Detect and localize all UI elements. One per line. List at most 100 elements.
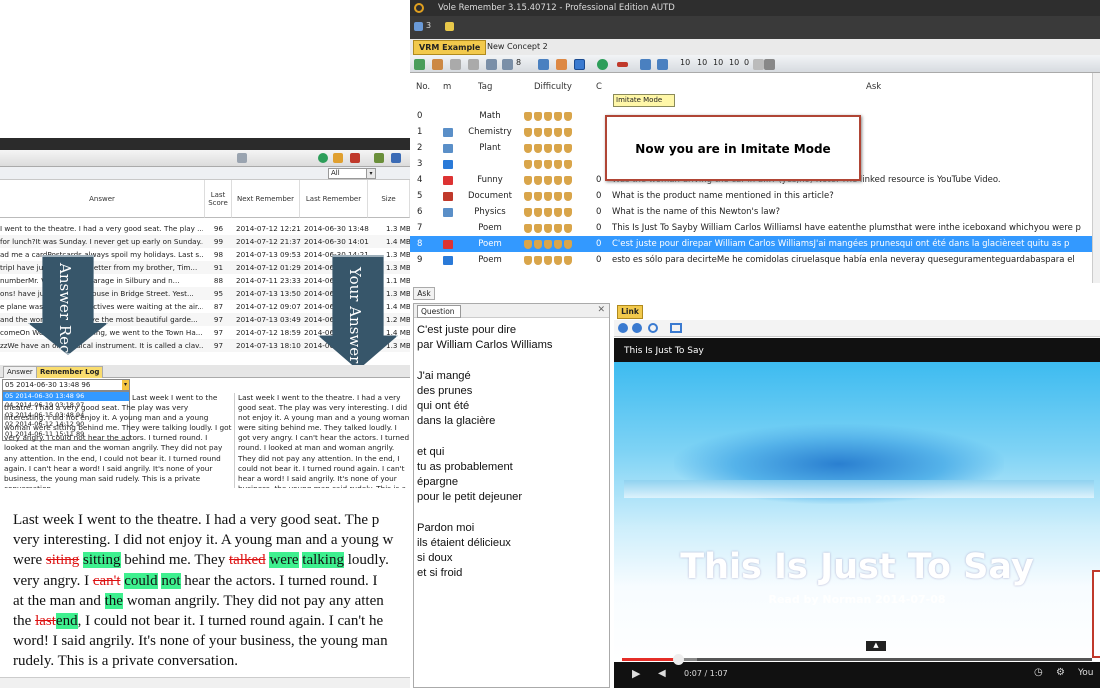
filter-select[interactable]: All ▾ xyxy=(328,168,376,179)
difficulty-rating[interactable] xyxy=(524,159,576,169)
difficulty-star-icon xyxy=(534,160,542,169)
forward-icon[interactable] xyxy=(632,323,642,333)
imitate-mode-icon[interactable] xyxy=(574,59,585,70)
paste-icon[interactable] xyxy=(468,59,479,70)
close-icon[interactable]: ✕ xyxy=(597,305,605,315)
video-played xyxy=(622,658,679,661)
chevron-down-icon[interactable]: ▾ xyxy=(366,169,375,178)
col-header-last-remember[interactable]: Last Remember xyxy=(300,180,368,218)
difficulty-rating[interactable] xyxy=(524,143,576,153)
window-icon[interactable] xyxy=(237,153,247,163)
new-icon[interactable] xyxy=(414,59,425,70)
compare-text: were xyxy=(13,552,46,569)
difficulty-rating[interactable] xyxy=(524,239,576,249)
add-icon[interactable] xyxy=(318,153,328,163)
measure-icon[interactable] xyxy=(617,62,628,67)
difficulty-star-icon xyxy=(554,144,562,153)
col-header-m[interactable]: m xyxy=(443,82,451,92)
edit-icon[interactable] xyxy=(556,59,567,70)
chart-icon[interactable] xyxy=(374,153,384,163)
youtube-logo[interactable]: You xyxy=(1078,668,1094,678)
keyboard-icon[interactable] xyxy=(764,59,775,70)
concept-row[interactable]: 6 Physics 0 What is the name of this Newton… xyxy=(410,204,1100,220)
concept-row[interactable]: 8 Poem 0 C'est juste pour direpar William C… xyxy=(410,236,1100,252)
difficulty-rating[interactable] xyxy=(524,223,576,233)
difficulty-rating[interactable] xyxy=(524,207,576,217)
play-icon[interactable]: ▶ xyxy=(632,667,640,680)
cell-answer: I went to the theatre. I had a very good… xyxy=(0,224,203,233)
tab-link[interactable]: Link xyxy=(617,305,643,319)
difficulty-rating[interactable] xyxy=(524,191,576,201)
concept-row[interactable]: 7 Poem 0 This Is Just To Sayby William Carl… xyxy=(410,220,1100,236)
video-player[interactable]: This Is Just To Say This Is Just To Say … xyxy=(614,338,1100,688)
review-icon[interactable] xyxy=(538,59,549,70)
col-header-ask[interactable]: Ask xyxy=(866,82,881,92)
difficulty-star-icon xyxy=(564,240,572,249)
horizontal-scrollbar[interactable] xyxy=(0,677,410,688)
video-progress-bar[interactable] xyxy=(622,654,1092,665)
play-icon[interactable] xyxy=(597,59,608,70)
copy-icon[interactable] xyxy=(450,59,461,70)
volume-icon[interactable]: ◀ xyxy=(658,668,666,679)
col-header-size[interactable]: Size xyxy=(368,180,410,218)
tab-remember-log[interactable]: Remember Log xyxy=(36,366,104,378)
back-icon[interactable] xyxy=(618,323,628,333)
grid-icon[interactable] xyxy=(486,59,497,70)
tab-new-concept-2[interactable]: New Concept 2 xyxy=(482,40,553,55)
col-header-next-remember[interactable]: Next Remember xyxy=(232,180,300,218)
chevron-down-icon[interactable]: ▾ xyxy=(122,380,129,390)
difficulty-rating[interactable] xyxy=(524,127,576,137)
expand-icon[interactable]: ▲ xyxy=(866,641,886,651)
tab-answer[interactable]: Answer xyxy=(3,366,37,378)
tab-vrm-example[interactable]: VRM Example xyxy=(413,40,487,55)
col-header-c[interactable]: C xyxy=(596,82,602,92)
image-icon xyxy=(443,144,453,153)
tools-icon[interactable] xyxy=(333,153,343,163)
cell-answer: e plane was late and detectives were wai… xyxy=(0,302,203,311)
col-header-tag[interactable]: Tag xyxy=(478,82,492,92)
col-header-last-score[interactable]: Last Score xyxy=(205,180,232,218)
next-arrow-icon[interactable] xyxy=(657,59,668,70)
folder-icon[interactable] xyxy=(445,22,454,31)
col-header-answer[interactable]: Answer xyxy=(0,180,205,218)
cell-no: 0 xyxy=(417,111,423,121)
tab-question[interactable]: Question xyxy=(417,305,461,318)
cut-icon[interactable] xyxy=(432,59,443,70)
refresh-icon[interactable] xyxy=(648,323,658,333)
col-header-difficulty[interactable]: Difficulty xyxy=(534,82,572,92)
prev-arrow-icon[interactable] xyxy=(640,59,651,70)
table-row[interactable]: I went to the theatre. I had a very good… xyxy=(0,222,410,235)
concept-row[interactable]: 5 Document 0 What is the product name menti… xyxy=(410,188,1100,204)
cell-next: 2014-07-12 01:29 xyxy=(236,263,301,272)
delete-icon[interactable] xyxy=(350,153,360,163)
list-icon[interactable] xyxy=(502,59,513,70)
cell-no: 2 xyxy=(417,143,423,153)
settings-icon[interactable] xyxy=(391,153,401,163)
difficulty-rating[interactable] xyxy=(524,255,576,265)
cell-answer: tripI have just received a letter from m… xyxy=(0,263,198,272)
table-row[interactable]: for lunch?It was Sunday. I never get up … xyxy=(0,235,410,248)
remember-log-select[interactable]: 05 2014-06-30 13:48 96 ▾ xyxy=(2,379,130,391)
difficulty-star-icon xyxy=(564,208,572,217)
cell-c: 0 xyxy=(596,255,602,265)
vertical-scrollbar[interactable] xyxy=(1092,73,1100,283)
lock-icon[interactable] xyxy=(753,59,764,70)
image-icon xyxy=(443,128,453,137)
col-header-no[interactable]: No. xyxy=(416,82,430,92)
difficulty-star-icon xyxy=(554,112,562,121)
cell-answer: numberMr. Wilson has a garage in Silbury… xyxy=(0,276,180,285)
cell-answer: ons! have just bought a house in Bridge … xyxy=(0,289,194,298)
difficulty-rating[interactable] xyxy=(524,111,576,121)
concepts-icon[interactable] xyxy=(414,22,423,31)
concept-row[interactable]: 9 Poem 0 esto es sólo para decirteMe he com… xyxy=(410,252,1100,268)
video-scrubber[interactable] xyxy=(673,654,685,665)
difficulty-star-icon xyxy=(544,144,552,153)
cell-c: 0 xyxy=(596,239,602,249)
gear-icon[interactable]: ⚙ xyxy=(1056,667,1065,678)
tab-ask[interactable]: Ask xyxy=(413,287,435,300)
difficulty-rating[interactable] xyxy=(524,175,576,185)
cell-size: 1.2 MB xyxy=(386,315,410,324)
difficulty-star-icon xyxy=(534,144,542,153)
clock-icon[interactable]: ◷ xyxy=(1034,667,1043,678)
window-icon[interactable] xyxy=(670,323,682,333)
